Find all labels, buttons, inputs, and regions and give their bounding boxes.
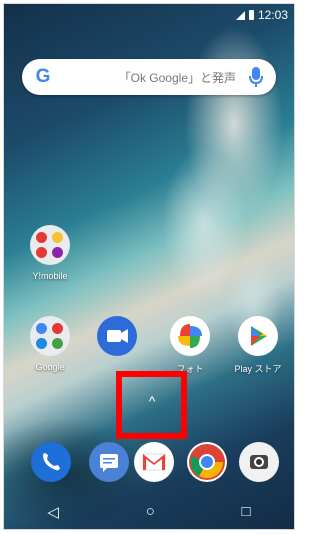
gmail-icon[interactable] [134, 442, 174, 482]
status-bar: 12:03 [4, 4, 294, 26]
home-screen: 12:03 G 「Ok Google」と発声 Y!mobile Google フ… [3, 3, 295, 530]
mini-app-icon [52, 247, 63, 258]
battery-icon [248, 10, 254, 20]
app-drawer-highlight [116, 371, 187, 439]
mini-app-icon [52, 323, 63, 334]
back-icon[interactable]: ◁ [47, 503, 59, 521]
mini-app-icon [36, 247, 47, 258]
folder-google-icon [30, 316, 70, 356]
duo-video-icon [97, 316, 137, 356]
mini-app-icon [36, 232, 47, 243]
signal-icon [235, 10, 245, 20]
mini-app-icon [52, 232, 63, 243]
recents-icon[interactable]: □ [242, 503, 251, 520]
microphone-icon[interactable] [248, 66, 264, 88]
play-store-icon [238, 316, 278, 356]
google-search-bar[interactable]: G 「Ok Google」と発声 [22, 59, 276, 95]
search-hint: 「Ok Google」と発声 [118, 70, 236, 85]
app-playstore[interactable]: Play ストア [230, 316, 286, 375]
mini-app-icon [52, 338, 63, 349]
google-logo-icon: G [35, 66, 51, 87]
photos-pinwheel-icon [170, 316, 210, 356]
folder-google-label: Google [35, 362, 65, 372]
mini-app-icon [36, 323, 47, 334]
app-playstore-label: Play ストア [234, 364, 282, 374]
phone-icon[interactable] [31, 442, 71, 482]
app-duo[interactable] [89, 316, 145, 362]
folder-ymobile-icon [30, 225, 70, 265]
mini-app-icon [36, 338, 47, 349]
folder-ymobile-label: Y!mobile [32, 271, 68, 281]
messages-icon[interactable] [89, 442, 129, 482]
folder-ymobile[interactable]: Y!mobile [22, 225, 78, 281]
navigation-bar: ◁ ○ □ [4, 492, 294, 529]
camera-icon[interactable] [239, 442, 279, 482]
chrome-icon[interactable] [187, 442, 227, 482]
folder-google[interactable]: Google [22, 316, 78, 372]
app-photos[interactable]: フォト [162, 316, 218, 375]
home-icon[interactable]: ○ [146, 503, 155, 520]
clock: 12:03 [257, 8, 288, 22]
